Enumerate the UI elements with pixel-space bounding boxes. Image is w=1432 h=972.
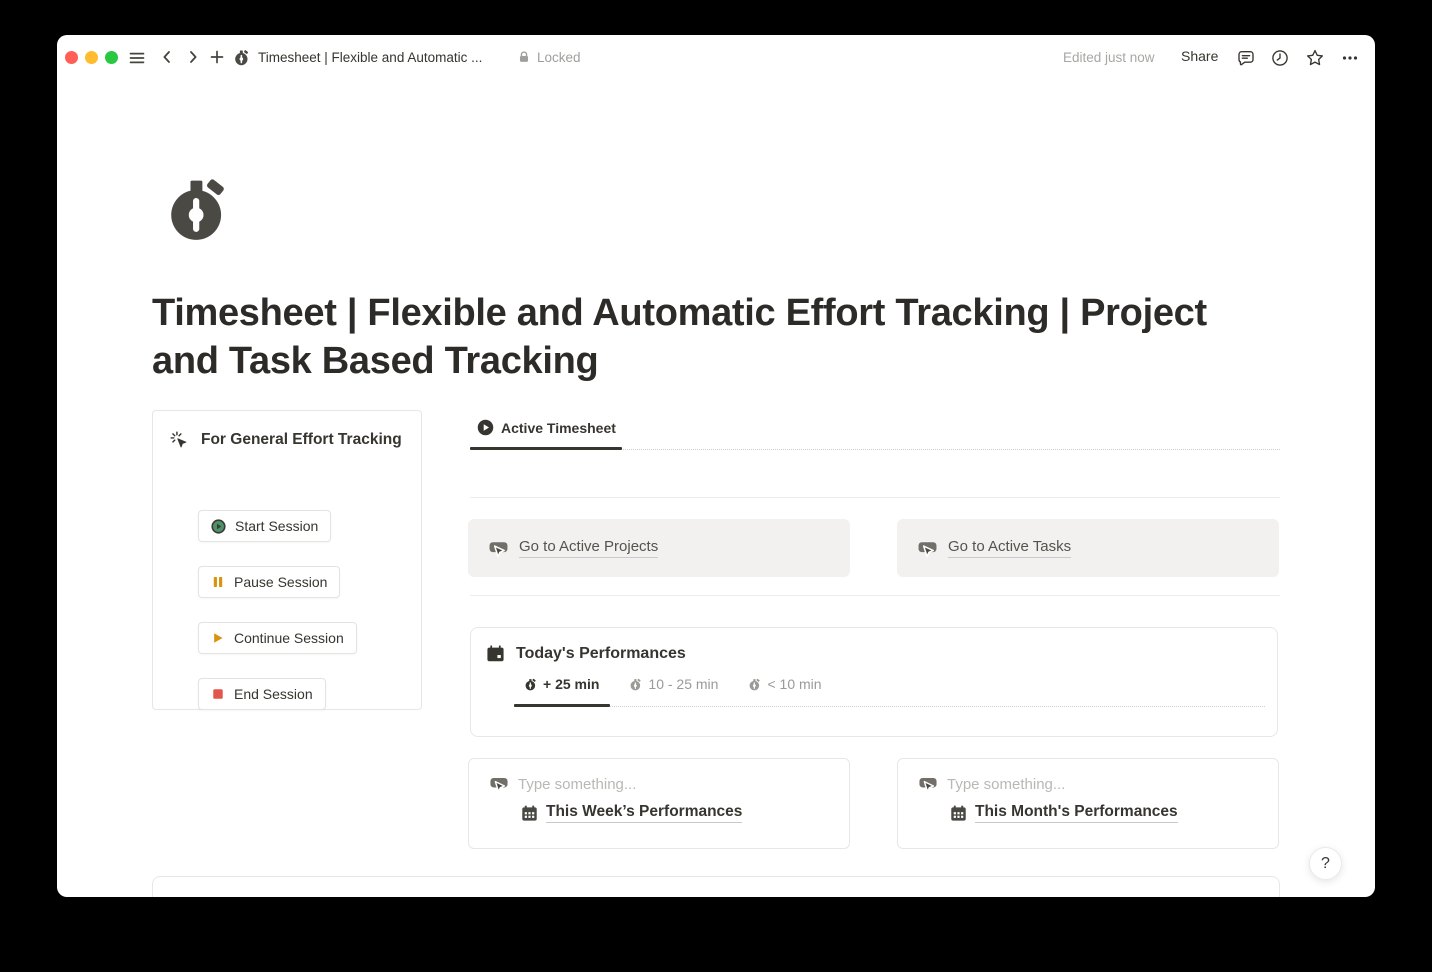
- favorite-button[interactable]: [1303, 46, 1327, 70]
- tab-under-10-min[interactable]: < 10 min: [738, 676, 831, 692]
- calendar-grid-icon: [521, 805, 538, 822]
- month-performances-link[interactable]: This Month's Performances: [950, 803, 1178, 823]
- pause-icon: [211, 575, 225, 589]
- traffic-light-close[interactable]: [65, 51, 78, 64]
- nav-back-button[interactable]: [157, 47, 177, 67]
- section-divider: [470, 595, 1280, 596]
- play-circle-icon: [211, 519, 226, 534]
- ellipsis-icon: [1341, 49, 1359, 67]
- history-button[interactable]: [1268, 46, 1292, 70]
- pause-session-button[interactable]: Pause Session: [198, 566, 340, 598]
- new-page-button[interactable]: [207, 47, 227, 67]
- edited-status: Edited just now: [1063, 50, 1155, 65]
- help-button[interactable]: ?: [1309, 847, 1342, 880]
- stopwatch-icon: [629, 678, 642, 691]
- tab-10-25-min-label: 10 - 25 min: [648, 676, 718, 692]
- tab-10-25-min[interactable]: 10 - 25 min: [619, 676, 728, 692]
- play-circle-icon: [477, 419, 494, 436]
- week-type-area[interactable]: Type something...: [489, 774, 636, 794]
- week-performances-link[interactable]: This Week’s Performances: [521, 803, 742, 823]
- goto-active-tasks[interactable]: Go to Active Tasks: [897, 519, 1279, 577]
- active-tab-underline: [470, 447, 622, 450]
- todays-performances-header: Today's Performances: [486, 644, 686, 663]
- locked-toggle[interactable]: Locked: [517, 47, 581, 67]
- month-type-area[interactable]: Type something...: [918, 774, 1065, 794]
- clock-icon: [1270, 48, 1290, 68]
- page-icon-stopwatch[interactable]: [163, 175, 233, 245]
- locked-label: Locked: [537, 50, 581, 65]
- week-performances-label: This Week’s Performances: [546, 803, 742, 823]
- tab-plus-25-min[interactable]: + 25 min: [514, 676, 609, 692]
- next-section-cutoff: [152, 876, 1280, 897]
- general-effort-callout: For General Effort Tracking Start Sessio…: [152, 410, 422, 710]
- pause-session-label: Pause Session: [234, 574, 327, 590]
- page-title: Timesheet | Flexible and Automatic Effor…: [152, 290, 1262, 385]
- tab-active-timesheet-label: Active Timesheet: [501, 420, 616, 436]
- tab-active-timesheet[interactable]: Active Timesheet: [477, 419, 616, 436]
- end-session-label: End Session: [234, 686, 313, 702]
- traffic-light-zoom[interactable]: [105, 51, 118, 64]
- week-performances-card: Type something... This Week’s Performanc…: [468, 758, 850, 849]
- callout-title: For General Effort Tracking: [201, 431, 402, 449]
- lock-icon: [517, 50, 531, 64]
- duration-tab-bar-rule: [514, 706, 1265, 707]
- chevron-left-icon: [159, 49, 175, 65]
- comment-icon: [1236, 48, 1256, 68]
- share-button[interactable]: Share: [1181, 48, 1218, 64]
- nav-forward-button[interactable]: [183, 47, 203, 67]
- window-page-title: Timesheet | Flexible and Automatic ...: [258, 50, 482, 65]
- duration-active-tab-underline: [514, 704, 610, 707]
- star-icon: [1305, 48, 1325, 68]
- callout-header: For General Effort Tracking: [169, 430, 402, 450]
- tap-cursor-icon: [918, 774, 938, 794]
- tab-plus-25-min-label: + 25 min: [543, 676, 599, 692]
- todays-performances-title: Today's Performances: [516, 645, 686, 663]
- tap-cursor-icon: [917, 538, 938, 559]
- month-type-placeholder: Type something...: [947, 776, 1065, 793]
- goto-active-projects-label: Go to Active Projects: [519, 538, 658, 558]
- comments-button[interactable]: [1234, 46, 1258, 70]
- month-performances-label: This Month's Performances: [975, 803, 1178, 823]
- goto-active-tasks-label: Go to Active Tasks: [948, 538, 1071, 558]
- tap-cursor-icon: [488, 538, 509, 559]
- breadcrumb-page-tab[interactable]: Timesheet | Flexible and Automatic ...: [233, 45, 482, 69]
- goto-active-projects[interactable]: Go to Active Projects: [468, 519, 850, 577]
- tab-under-10-min-label: < 10 min: [767, 676, 821, 692]
- more-options-button[interactable]: [1338, 46, 1362, 70]
- calendar-icon: [486, 644, 505, 663]
- start-session-button[interactable]: Start Session: [198, 510, 331, 542]
- play-triangle-icon: [211, 631, 225, 645]
- end-session-button[interactable]: End Session: [198, 678, 326, 710]
- cursor-click-icon: [169, 430, 189, 450]
- duration-tabs: + 25 min 10 - 25 min: [514, 676, 832, 692]
- start-session-label: Start Session: [235, 518, 318, 534]
- chevron-right-icon: [185, 49, 201, 65]
- continue-session-label: Continue Session: [234, 630, 344, 646]
- todays-performances-card: Today's Performances + 25 min: [470, 627, 1278, 737]
- month-performances-card: Type something... This Month's Performan…: [897, 758, 1279, 849]
- stopwatch-icon: [748, 678, 761, 691]
- section-divider: [470, 497, 1280, 498]
- stopwatch-icon: [524, 678, 537, 691]
- stopwatch-icon: [163, 175, 233, 243]
- notion-window: Timesheet | Flexible and Automatic ... L…: [57, 35, 1375, 897]
- plus-icon: [209, 49, 225, 65]
- hamburger-icon: [128, 49, 146, 67]
- tap-cursor-icon: [489, 774, 509, 794]
- traffic-light-minimize[interactable]: [85, 51, 98, 64]
- stop-square-icon: [211, 687, 225, 701]
- sidebar-toggle-button[interactable]: [126, 47, 147, 68]
- week-type-placeholder: Type something...: [518, 776, 636, 793]
- continue-session-button[interactable]: Continue Session: [198, 622, 357, 654]
- calendar-grid-icon: [950, 805, 967, 822]
- stopwatch-page-icon: [233, 49, 250, 66]
